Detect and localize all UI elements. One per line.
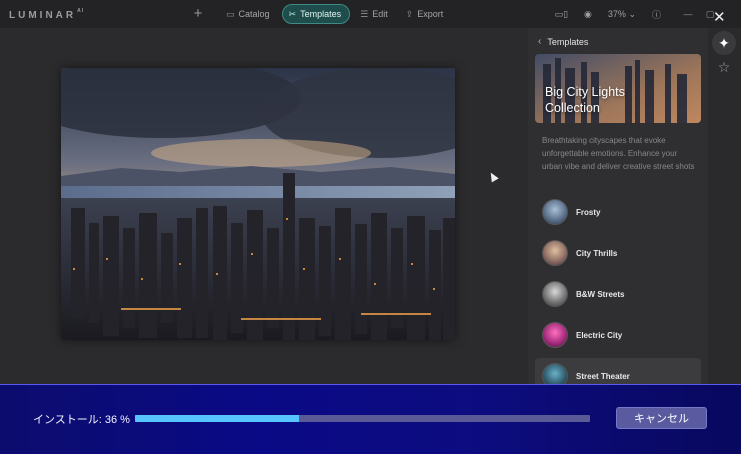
top-bar: LUMINARAI + ▭ Catalog ✂ Templates ☰ Edit… [0,0,741,28]
template-item-electric-city[interactable]: Electric City [535,317,701,353]
info-icon[interactable]: ⓘ [652,8,661,21]
template-item-frosty[interactable]: Frosty [535,194,701,230]
tab-export[interactable]: ⇪ Export [400,4,452,24]
templates-icon: ✂ [288,8,297,19]
eye-icon[interactable]: ◉ [584,9,592,20]
main-nav: + ▭ Catalog ✂ Templates ☰ Edit ⇪ Export [190,4,451,24]
luminar-app-window: LUMINARAI + ▭ Catalog ✂ Templates ☰ Edit… [0,0,741,454]
install-progress-bar: インストール: 36 % キャンセル [0,384,741,454]
main-photo [61,68,455,340]
template-thumbnail [542,199,568,225]
template-thumbnail [542,322,568,348]
back-to-templates[interactable]: ‹ Templates [538,36,588,47]
magic-wand-icon[interactable]: ✦ [712,31,736,55]
collection-title: Big City Lights Collection [545,85,625,115]
tab-templates[interactable]: ✂ Templates [281,4,351,24]
folder-icon: ▭ [226,8,235,19]
image-canvas [0,28,528,384]
templates-panel: ‹ Templates Big City Lights Collection B… [528,28,708,394]
collection-description: Breathtaking cityscapes that evoke unfor… [542,136,695,171]
template-thumbnail [542,240,568,266]
minimize-icon[interactable]: — [677,9,699,19]
tab-edit[interactable]: ☰ Edit [354,4,396,24]
mouse-cursor [487,170,499,183]
collection-banner: Big City Lights Collection [535,54,701,123]
progress-fill [135,415,299,422]
add-photos-icon[interactable]: + [190,6,206,22]
template-item-bw-streets[interactable]: B&W Streets [535,276,701,312]
cancel-button[interactable]: キャンセル [616,407,707,429]
compare-icon[interactable]: ▭▯ [555,9,568,20]
chevron-left-icon: ‹ [538,36,542,47]
app-logo: LUMINARAI [9,8,85,21]
template-thumbnail [542,281,568,307]
template-item-city-thrills[interactable]: City Thrills [535,235,701,271]
close-icon[interactable]: ✕ [713,8,726,26]
right-tool-strip: ✦ ☆ [708,28,741,384]
zoom-dropdown[interactable]: 37% ⌄ [608,9,636,20]
tab-catalog[interactable]: ▭ Catalog [220,4,278,24]
export-icon: ⇪ [405,8,414,19]
install-status-label: インストール: 36 % [33,414,130,426]
cityscape-image [61,68,455,340]
progress-track [135,415,590,422]
star-icon[interactable]: ☆ [712,55,736,79]
sliders-icon: ☰ [360,8,369,19]
